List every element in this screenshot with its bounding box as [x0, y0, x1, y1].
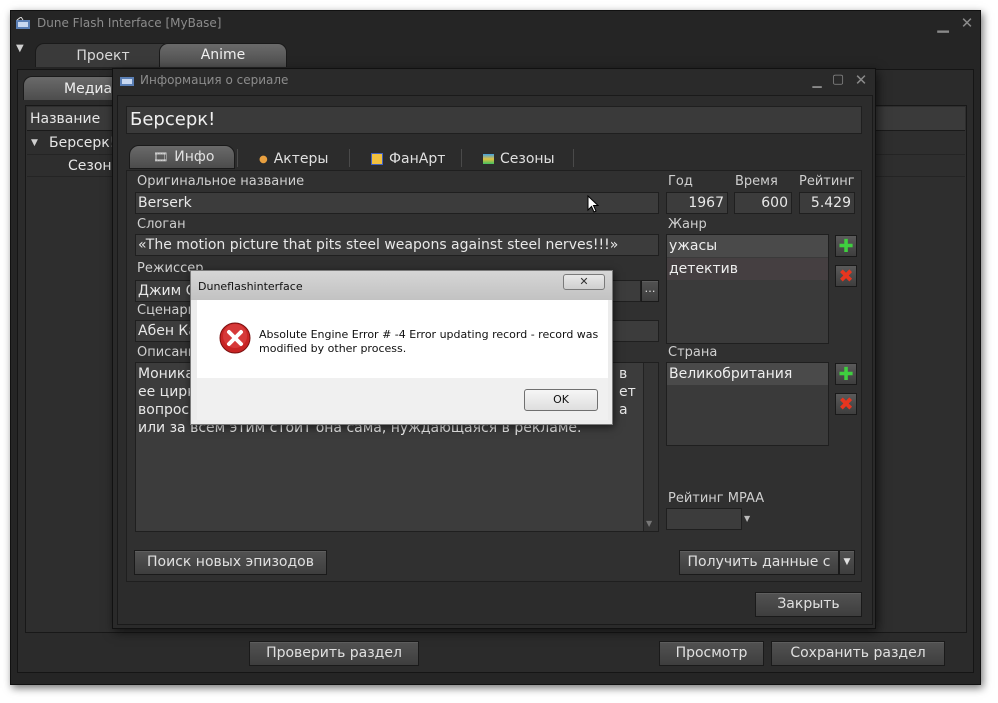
dialog-close-icon[interactable]: ✕	[853, 72, 869, 88]
chevron-down-icon: ▼	[843, 557, 851, 567]
error-icon	[219, 322, 251, 354]
dialog-app-icon	[119, 74, 135, 88]
description-scrollbar[interactable]	[643, 363, 658, 531]
year-field[interactable]: 1967	[666, 192, 728, 214]
country-item[interactable]: Великобритания	[667, 363, 828, 385]
app-icon	[15, 16, 31, 31]
plus-icon: ✚	[838, 363, 854, 385]
error-dialog-title: Duneflashinterface	[198, 280, 303, 293]
get-data-button[interactable]: Получить данные с	[679, 550, 839, 575]
tab-fanart[interactable]: ФанАрт	[371, 149, 445, 169]
description-line: а	[619, 402, 628, 418]
cross-icon: ✖	[838, 265, 854, 287]
ok-button[interactable]: OK	[524, 389, 598, 411]
scroll-down-icon[interactable]: ▼	[646, 519, 652, 528]
view-button[interactable]: Просмотр	[659, 641, 764, 666]
series-title: Берсерк!	[126, 106, 862, 134]
close-icon: ✕	[579, 275, 589, 288]
original-name-field[interactable]: Berserk	[135, 192, 659, 214]
tab-separator	[461, 149, 462, 167]
description-line: ет	[619, 384, 636, 400]
menu-arrow-icon[interactable]: ▼	[16, 43, 24, 54]
remove-country-button[interactable]: ✖	[835, 393, 857, 415]
duration-field[interactable]: 600	[734, 192, 792, 214]
tab-project[interactable]: Проект	[35, 43, 171, 67]
people-icon: ●	[259, 153, 268, 165]
dialog-maximize-button[interactable]: ▢	[831, 72, 845, 88]
tree-item-berserk[interactable]: Берсерк!	[49, 135, 115, 151]
remove-genre-button[interactable]: ✖	[835, 265, 857, 287]
chevron-down-icon[interactable]: ▼	[744, 514, 750, 523]
check-section-button[interactable]: Проверить раздел	[249, 641, 419, 666]
slogan-field[interactable]: «The motion picture that pits steel weap…	[135, 234, 659, 256]
tab-actors[interactable]: ● Актеры	[259, 149, 328, 169]
rating-field[interactable]: 5.429	[799, 192, 855, 214]
genre-item[interactable]: ужасы	[667, 235, 828, 257]
genre-item[interactable]: детектив	[667, 258, 828, 280]
tab-info[interactable]: 🎞 Инфо	[153, 147, 214, 167]
error-close-button[interactable]: ✕	[563, 274, 605, 290]
description-line: ее цирк	[138, 384, 196, 400]
save-section-button[interactable]: Сохранить раздел	[771, 641, 945, 666]
get-data-dropdown-button[interactable]: ▼	[839, 550, 855, 575]
tab-separator	[349, 149, 350, 167]
close-dialog-button[interactable]: Закрыть	[755, 592, 862, 617]
tab-media[interactable]: Медиат	[23, 76, 125, 100]
country-label: Страна	[668, 345, 718, 360]
cross-icon: ✖	[838, 393, 854, 415]
picture-icon	[371, 153, 383, 165]
original-name-label: Оригинальное название	[137, 174, 305, 189]
dialog-title: Информация о сериале	[140, 73, 289, 87]
tab-anime[interactable]: Anime	[159, 43, 287, 67]
tree-item-season[interactable]: Сезон	[68, 158, 112, 174]
mpaa-select[interactable]	[666, 508, 742, 530]
search-episodes-button[interactable]: Поиск новых эпизодов	[134, 550, 327, 575]
close-icon[interactable]: ✕	[959, 15, 975, 31]
genre-label: Жанр	[668, 217, 707, 232]
add-genre-button[interactable]: ✚	[835, 235, 857, 257]
description-line: вопрос:	[138, 402, 194, 418]
duration-label: Время	[735, 174, 778, 189]
tab-separator	[573, 149, 574, 167]
tab-separator	[237, 149, 238, 167]
slogan-label: Слоган	[137, 217, 186, 232]
mpaa-label: Рейтинг MPAA	[668, 491, 765, 506]
error-message-line: Absolute Engine Error # -4 Error updatin…	[259, 328, 599, 341]
minimize-button[interactable]: ▁	[935, 16, 951, 32]
window-title: Dune Flash Interface [MyBase]	[37, 16, 222, 30]
error-message-line: modified by other process.	[259, 342, 407, 355]
director-browse-button[interactable]: …	[641, 280, 659, 302]
description-line: в	[619, 366, 628, 382]
film-icon: 🎞	[153, 150, 169, 164]
year-label: Год	[668, 174, 693, 189]
mouse-cursor-icon	[587, 194, 600, 213]
books-icon	[483, 154, 494, 164]
dialog-minimize-button[interactable]: ▁	[810, 73, 824, 89]
description-line: Моника	[138, 366, 194, 382]
add-country-button[interactable]: ✚	[835, 363, 857, 385]
plus-icon: ✚	[838, 235, 854, 257]
rating-label: Рейтинг	[799, 174, 855, 189]
error-dialog: Duneflashinterface ✕ Absolute Engine Err…	[190, 270, 613, 425]
tab-seasons[interactable]: Сезоны	[483, 149, 555, 169]
